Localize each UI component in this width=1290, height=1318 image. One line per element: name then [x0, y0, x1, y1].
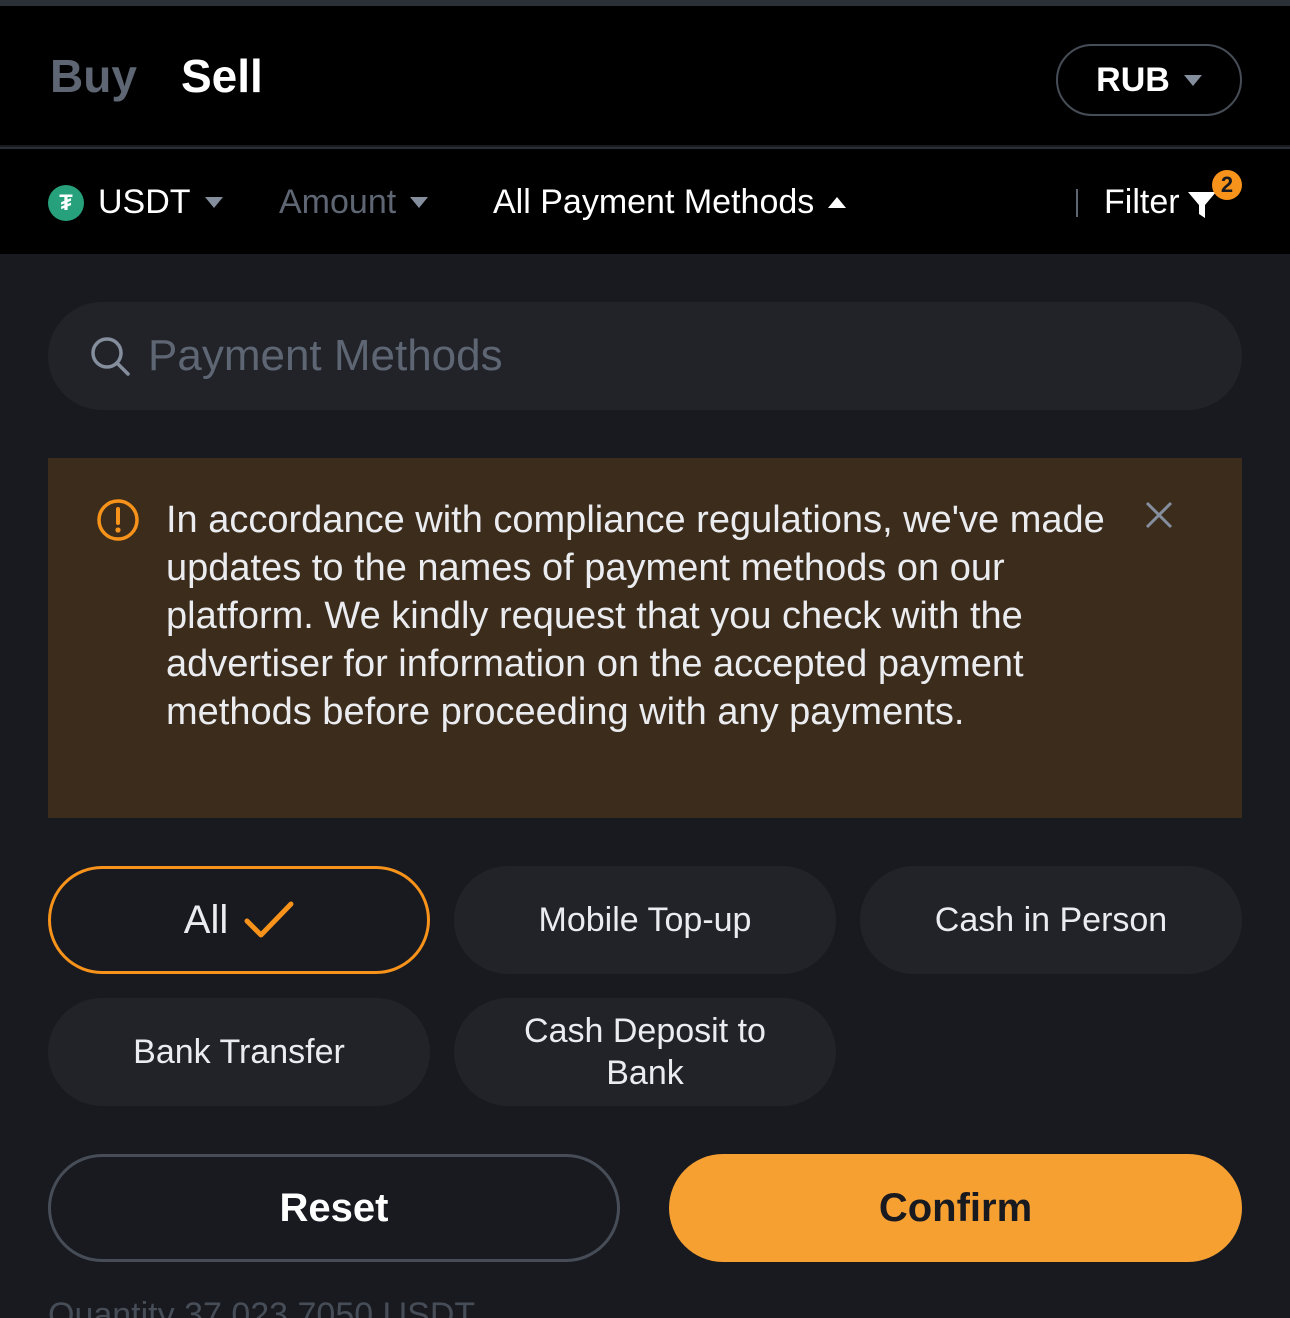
asset-label: USDT [98, 183, 191, 221]
chip-label: All [183, 898, 229, 942]
payment-chip-all[interactable]: All [48, 866, 430, 974]
filter-count-badge: 2 [1212, 170, 1242, 200]
currency-label: RUB [1096, 60, 1170, 99]
tether-coin-icon: ₮ [48, 184, 84, 221]
amount-selector[interactable]: Amount [279, 149, 429, 256]
payment-chip-mobile-top-up[interactable]: Mobile Top-up [454, 866, 836, 974]
tab-buy[interactable]: Buy [50, 48, 137, 104]
chevron-up-icon [828, 197, 847, 208]
checkmark-icon [244, 901, 294, 938]
payment-chip-bank-transfer[interactable]: Bank Transfer [48, 998, 430, 1106]
background-listing-peek: Quantity 37 023.7050 USDT [48, 1296, 476, 1318]
filter-bar: ₮ USDT Amount All Payment Methods Filter [0, 147, 1290, 254]
chevron-down-icon [1183, 74, 1202, 86]
compliance-notice: In accordance with compliance regulation… [48, 458, 1242, 818]
payment-method-search [48, 302, 1242, 410]
currency-selector[interactable]: RUB [1056, 44, 1242, 116]
amount-label: Amount [279, 183, 397, 221]
payment-chip-cash-deposit-to-bank[interactable]: Cash Deposit to Bank [454, 998, 836, 1106]
chip-label: Cash in Person [934, 901, 1168, 939]
warning-icon [97, 499, 139, 541]
filter-button[interactable]: Filter [1076, 149, 1220, 256]
payment-method-label: All Payment Methods [493, 183, 815, 221]
trade-header: Buy Sell RUB [0, 0, 1290, 145]
search-input[interactable] [148, 302, 1208, 410]
tab-sell[interactable]: Sell [181, 48, 263, 104]
divider [1076, 188, 1078, 217]
chevron-down-icon [410, 197, 429, 208]
search-icon [91, 337, 130, 376]
payment-method-selector[interactable]: All Payment Methods [493, 149, 847, 256]
payment-chip-cash-in-person[interactable]: Cash in Person [860, 866, 1242, 974]
payment-method-filter-sheet: Buy Sell RUB ₮ USDT Amount All Payment M… [0, 0, 1290, 1318]
reset-button[interactable]: Reset [48, 1154, 620, 1262]
chip-label: Bank Transfer [133, 1033, 345, 1071]
notice-text: In accordance with compliance regulation… [166, 499, 1105, 733]
chevron-down-icon [204, 197, 223, 208]
chip-label: Cash Deposit to Bank [524, 1012, 766, 1092]
close-icon[interactable] [1144, 500, 1174, 530]
asset-selector[interactable]: ₮ USDT [48, 149, 223, 256]
confirm-button[interactable]: Confirm [669, 1154, 1242, 1262]
filter-label: Filter [1104, 183, 1180, 221]
chip-label: Mobile Top-up [538, 901, 752, 939]
